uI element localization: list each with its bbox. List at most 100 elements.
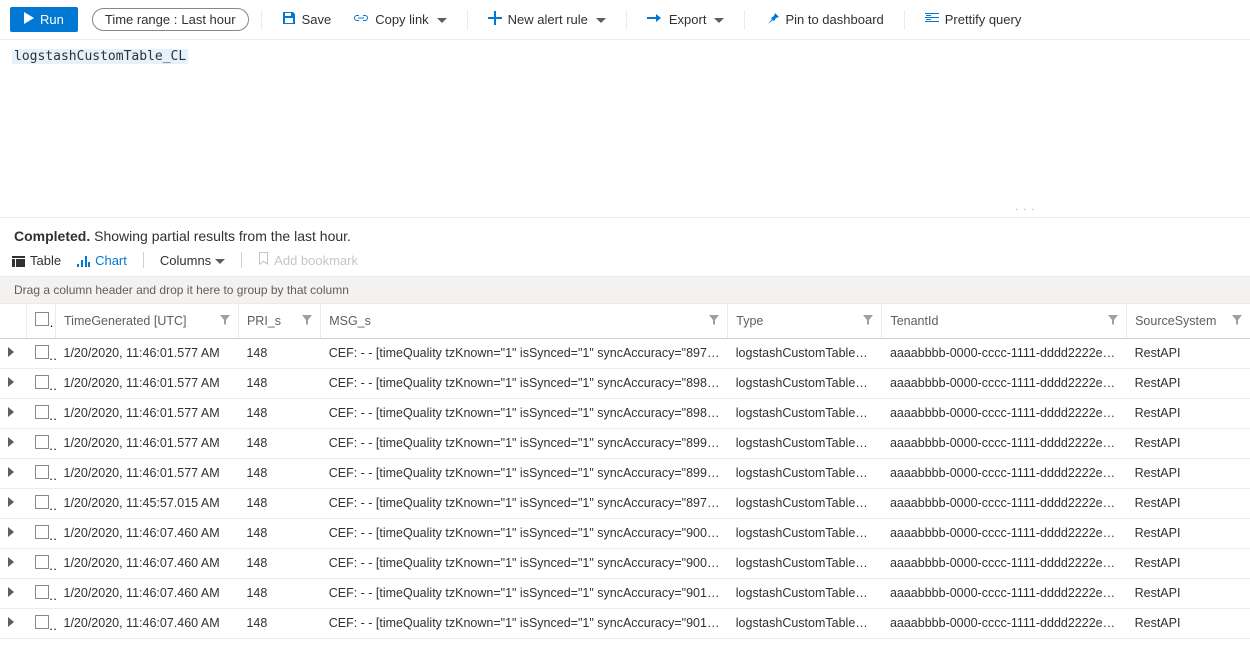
- results-toolbar: Table Chart Columns Add bookmark: [0, 248, 1250, 277]
- add-bookmark-label: Add bookmark: [274, 253, 358, 268]
- table-row[interactable]: 1/20/2020, 11:46:01.577 AM148CEF: - - [t…: [0, 338, 1250, 368]
- table-row[interactable]: 1/20/2020, 11:45:57.015 AM148CEF: - - [t…: [0, 488, 1250, 518]
- header-msg-label: MSG_s: [329, 314, 371, 328]
- header-pri[interactable]: PRI_s: [238, 304, 320, 338]
- row-checkbox[interactable]: [35, 495, 49, 509]
- table-row[interactable]: 1/20/2020, 11:46:07.460 AM148CEF: - - [t…: [0, 578, 1250, 608]
- cell-pri: 148: [238, 518, 320, 548]
- header-type[interactable]: Type: [728, 304, 882, 338]
- groupby-dropzone[interactable]: Drag a column header and drop it here to…: [0, 277, 1250, 304]
- columns-label: Columns: [160, 253, 211, 268]
- cell-src: RestAPI: [1127, 368, 1250, 398]
- table-row[interactable]: 1/20/2020, 11:46:01.577 AM148CEF: - - [t…: [0, 428, 1250, 458]
- select-all-checkbox[interactable]: [35, 312, 49, 326]
- divider: [744, 10, 745, 30]
- expand-cell[interactable]: [0, 518, 27, 548]
- prettify-query-button[interactable]: Prettify query: [917, 8, 1030, 31]
- checkbox-cell: [27, 608, 56, 638]
- filter-icon[interactable]: [709, 314, 719, 328]
- pin-to-dashboard-button[interactable]: Pin to dashboard: [757, 7, 891, 32]
- header-msg[interactable]: MSG_s: [321, 304, 728, 338]
- expand-cell[interactable]: [0, 398, 27, 428]
- tab-chart[interactable]: Chart: [77, 253, 127, 268]
- row-checkbox[interactable]: [35, 525, 49, 539]
- copy-link-button[interactable]: Copy link: [345, 7, 454, 32]
- save-button[interactable]: Save: [274, 7, 340, 32]
- cell-type: logstashCustomTable_CL: [728, 338, 882, 368]
- play-icon: [24, 12, 34, 27]
- row-checkbox[interactable]: [35, 555, 49, 569]
- cell-time: 1/20/2020, 11:46:01.577 AM: [56, 368, 239, 398]
- timerange-button[interactable]: Time range : Last hour: [92, 8, 249, 31]
- splitter-handle[interactable]: · · ·: [1015, 204, 1036, 215]
- chevron-right-icon: [8, 496, 15, 510]
- checkbox-cell: [27, 368, 56, 398]
- chevron-right-icon: [8, 556, 15, 570]
- tab-table[interactable]: Table: [12, 253, 61, 268]
- header-src[interactable]: SourceSystem: [1127, 304, 1250, 338]
- cell-time: 1/20/2020, 11:46:07.460 AM: [56, 518, 239, 548]
- cell-src: RestAPI: [1127, 608, 1250, 638]
- table-row[interactable]: 1/20/2020, 11:46:07.460 AM148CEF: - - [t…: [0, 608, 1250, 638]
- filter-icon[interactable]: [863, 314, 873, 328]
- row-checkbox[interactable]: [35, 345, 49, 359]
- cell-tenant: aaaabbbb-0000-cccc-1111-dddd2222eeee: [882, 518, 1127, 548]
- header-time[interactable]: TimeGenerated [UTC]: [56, 304, 239, 338]
- run-button[interactable]: Run: [10, 7, 78, 32]
- row-checkbox[interactable]: [35, 435, 49, 449]
- row-checkbox[interactable]: [35, 465, 49, 479]
- header-tenant[interactable]: TenantId: [882, 304, 1127, 338]
- filter-icon[interactable]: [220, 314, 230, 328]
- columns-dropdown[interactable]: Columns: [160, 253, 225, 268]
- table-row[interactable]: 1/20/2020, 11:46:01.577 AM148CEF: - - [t…: [0, 398, 1250, 428]
- table-row[interactable]: 1/20/2020, 11:46:01.577 AM148CEF: - - [t…: [0, 458, 1250, 488]
- expand-cell[interactable]: [0, 368, 27, 398]
- chevron-down-icon: [437, 12, 447, 27]
- expand-cell[interactable]: [0, 488, 27, 518]
- row-checkbox[interactable]: [35, 405, 49, 419]
- expand-cell[interactable]: [0, 338, 27, 368]
- cell-src: RestAPI: [1127, 578, 1250, 608]
- cell-tenant: aaaabbbb-0000-cccc-1111-dddd2222eeee: [882, 398, 1127, 428]
- prettify-label: Prettify query: [945, 12, 1022, 27]
- table-row[interactable]: 1/20/2020, 11:46:07.460 AM148CEF: - - [t…: [0, 548, 1250, 578]
- expand-cell[interactable]: [0, 428, 27, 458]
- cell-src: RestAPI: [1127, 398, 1250, 428]
- row-checkbox[interactable]: [35, 585, 49, 599]
- cell-msg: CEF: - - [timeQuality tzKnown="1" isSync…: [321, 548, 728, 578]
- save-label: Save: [302, 12, 332, 27]
- new-alert-rule-button[interactable]: New alert rule: [480, 7, 614, 32]
- checkbox-cell: [27, 428, 56, 458]
- cell-pri: 148: [238, 398, 320, 428]
- filter-icon[interactable]: [302, 314, 312, 328]
- query-text: logstashCustomTable_CL: [12, 49, 188, 64]
- table-row[interactable]: 1/20/2020, 11:46:01.577 AM148CEF: - - [t…: [0, 368, 1250, 398]
- header-tenant-label: TenantId: [890, 314, 938, 328]
- filter-icon[interactable]: [1232, 314, 1242, 328]
- pin-icon: [765, 11, 779, 28]
- export-button[interactable]: Export: [639, 7, 733, 32]
- cell-src: RestAPI: [1127, 488, 1250, 518]
- prettify-icon: [925, 12, 939, 27]
- expand-cell[interactable]: [0, 458, 27, 488]
- cell-time: 1/20/2020, 11:46:01.577 AM: [56, 428, 239, 458]
- query-editor[interactable]: logstashCustomTable_CL · · ·: [0, 40, 1250, 218]
- row-checkbox[interactable]: [35, 375, 49, 389]
- expand-cell[interactable]: [0, 608, 27, 638]
- cell-pri: 148: [238, 338, 320, 368]
- cell-type: logstashCustomTable_CL: [728, 428, 882, 458]
- cell-src: RestAPI: [1127, 458, 1250, 488]
- expand-cell[interactable]: [0, 578, 27, 608]
- save-icon: [282, 11, 296, 28]
- row-checkbox[interactable]: [35, 615, 49, 629]
- export-icon: [647, 11, 663, 28]
- checkbox-cell: [27, 488, 56, 518]
- table-row[interactable]: 1/20/2020, 11:46:07.460 AM148CEF: - - [t…: [0, 518, 1250, 548]
- filter-icon[interactable]: [1108, 314, 1118, 328]
- divider: [241, 252, 242, 268]
- cell-msg: CEF: - - [timeQuality tzKnown="1" isSync…: [321, 518, 728, 548]
- table-icon: [12, 253, 25, 268]
- header-checkbox: [27, 304, 56, 338]
- expand-cell[interactable]: [0, 548, 27, 578]
- cell-time: 1/20/2020, 11:46:01.577 AM: [56, 338, 239, 368]
